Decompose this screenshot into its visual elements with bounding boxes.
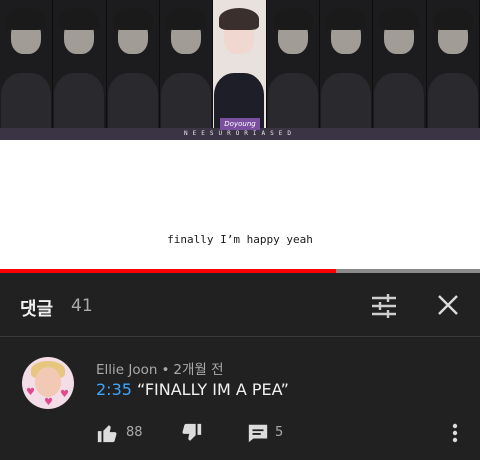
comments-title: 댓글 bbox=[20, 299, 54, 320]
reply-button[interactable] bbox=[247, 422, 269, 446]
like-button[interactable] bbox=[96, 422, 118, 446]
video-banner-image: NEESURORIASED Doyoung bbox=[0, 0, 480, 140]
member-photo bbox=[53, 0, 107, 128]
video-credit: NEESURORIASED bbox=[184, 130, 296, 137]
member-photo bbox=[160, 0, 214, 128]
comment-time: 2개월 전 bbox=[173, 362, 224, 378]
thumbs-down-icon bbox=[182, 423, 202, 441]
member-photo bbox=[320, 0, 374, 128]
heart-icon: ♥ bbox=[26, 387, 35, 398]
member-photo bbox=[0, 0, 54, 128]
thumbs-up-icon bbox=[97, 425, 117, 443]
lyric-caption: finally I’m happy yeah bbox=[167, 233, 313, 246]
meta-separator: • bbox=[161, 362, 170, 378]
comment-meta: Ellie Joon • 2개월 전 bbox=[96, 358, 224, 378]
avatar[interactable]: ♥ ♥ ♥ bbox=[22, 357, 74, 409]
timestamp-link[interactable]: 2:35 bbox=[96, 380, 132, 399]
dislike-button[interactable] bbox=[181, 422, 203, 446]
comments-header: 댓글 41 bbox=[0, 273, 480, 337]
member-photo bbox=[107, 0, 160, 128]
name-tag: Doyoung bbox=[220, 118, 260, 130]
reply-count: 5 bbox=[275, 425, 284, 440]
more-vert-icon bbox=[452, 423, 458, 443]
close-comments-button[interactable] bbox=[434, 291, 462, 319]
comments-count: 41 bbox=[71, 296, 93, 316]
member-photo bbox=[373, 0, 427, 128]
close-icon bbox=[438, 295, 458, 315]
member-photo bbox=[427, 0, 480, 128]
sort-comments-button[interactable] bbox=[370, 293, 398, 319]
reply-icon bbox=[248, 424, 268, 443]
comment-more-button[interactable] bbox=[448, 422, 462, 444]
video-player[interactable]: NEESURORIASED Doyoung finally I’m happy … bbox=[0, 0, 480, 273]
comment-author[interactable]: Ellie Joon bbox=[96, 362, 157, 378]
heart-icon: ♥ bbox=[44, 397, 53, 408]
member-photo bbox=[267, 0, 320, 128]
member-photo-highlighted bbox=[213, 0, 267, 128]
sliders-icon bbox=[372, 294, 396, 318]
comment-text: 2:35 “FINALLY IM A PEA” bbox=[96, 380, 289, 399]
comment-body: “FINALLY IM A PEA” bbox=[137, 380, 289, 399]
comment-item: ♥ ♥ ♥ Ellie Joon • 2개월 전 2:35 “FINALLY IM … bbox=[0, 338, 480, 460]
heart-icon: ♥ bbox=[60, 389, 69, 400]
like-count: 88 bbox=[126, 425, 143, 440]
